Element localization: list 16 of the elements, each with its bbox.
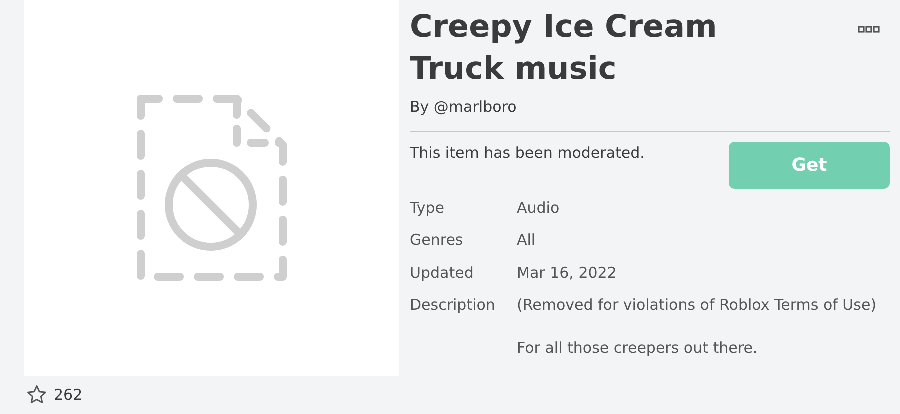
more-options-icon[interactable]	[858, 26, 880, 34]
detail-label: Description	[410, 295, 496, 316]
detail-value: Audio	[517, 198, 561, 218]
moderation-notice: This item has been moderated.	[410, 142, 645, 164]
creator-link[interactable]: By @marlboro	[410, 96, 890, 118]
detail-value: Mar 16, 2022	[517, 262, 618, 284]
detail-value: (Removed for violations of Roblox Terms of Use)	[517, 295, 878, 316]
detail-label: Genres	[410, 230, 464, 251]
description-text: For all those creepers out there.	[517, 338, 759, 358]
detail-label: Type	[410, 198, 446, 218]
item-title: Creepy Ice Cream Truck music	[410, 8, 718, 89]
detail-value: All	[517, 230, 537, 251]
star-icon[interactable]	[26, 384, 48, 406]
favorite-count: 262	[54, 385, 83, 406]
moderated-file-icon	[136, 95, 286, 281]
detail-label: Updated	[410, 262, 475, 284]
